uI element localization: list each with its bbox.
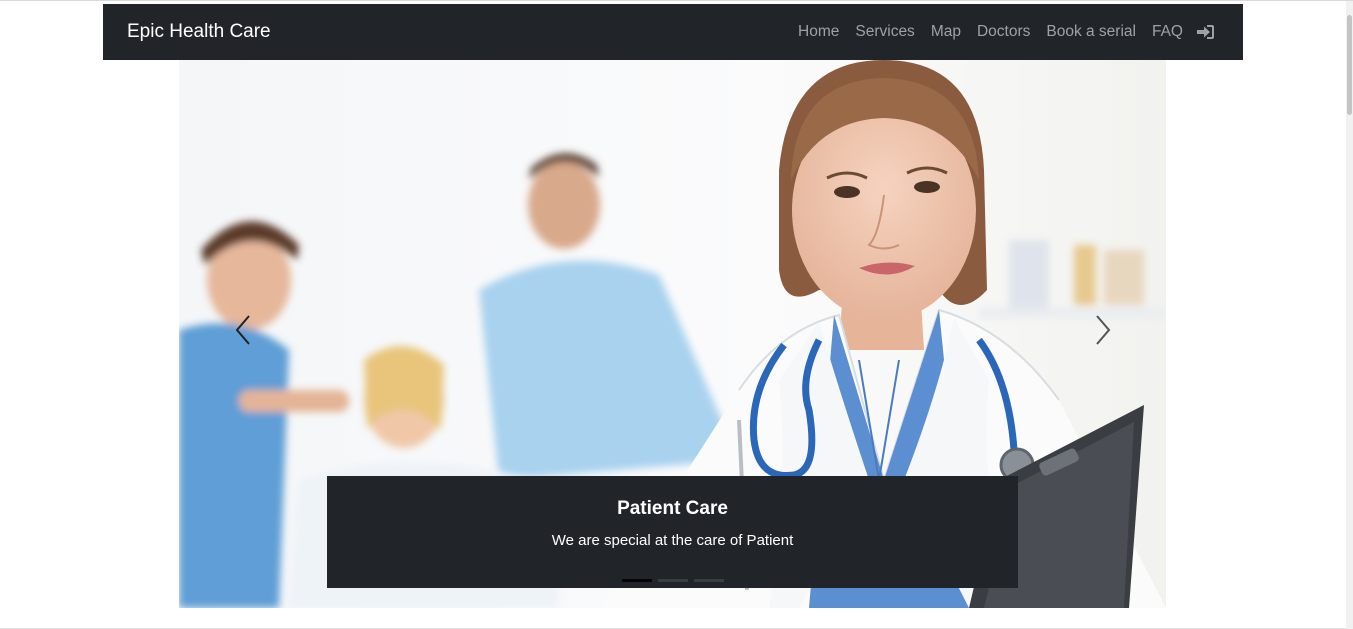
- carousel-prev-button[interactable]: [229, 310, 259, 350]
- hero-carousel: Patient Care We are special at the care …: [179, 60, 1166, 608]
- nav-link-services[interactable]: Services: [855, 23, 914, 41]
- carousel-indicators: [327, 579, 1018, 582]
- caption-title: Patient Care: [617, 498, 728, 519]
- nav-links: Home Services Map Doctors Book a serial …: [782, 4, 1215, 60]
- carousel-indicator-1[interactable]: [621, 579, 652, 582]
- carousel-indicator-3[interactable]: [693, 579, 724, 582]
- scrollbar-thumb[interactable]: [1347, 15, 1352, 115]
- nav-link-book-a-serial[interactable]: Book a serial: [1046, 23, 1136, 41]
- navbar: Epic Health Care Home Services Map Docto…: [103, 4, 1243, 60]
- sign-in-icon[interactable]: [1197, 24, 1215, 40]
- carousel-caption: Patient Care We are special at the care …: [327, 476, 1018, 588]
- nav-link-faq[interactable]: FAQ: [1152, 23, 1183, 41]
- caption-text: We are special at the care of Patient: [551, 532, 794, 549]
- nav-link-map[interactable]: Map: [931, 23, 961, 41]
- carousel-indicator-2[interactable]: [657, 579, 688, 582]
- nav-link-doctors[interactable]: Doctors: [977, 23, 1030, 41]
- nav-link-home[interactable]: Home: [798, 23, 839, 41]
- page: Epic Health Care Home Services Map Docto…: [0, 0, 1353, 629]
- chevron-right-icon: [1096, 315, 1111, 345]
- chevron-left-icon: [235, 315, 250, 345]
- carousel-next-button[interactable]: [1087, 310, 1117, 350]
- brand-logo[interactable]: Epic Health Care: [127, 4, 271, 60]
- page-scrollbar[interactable]: [1346, 1, 1353, 629]
